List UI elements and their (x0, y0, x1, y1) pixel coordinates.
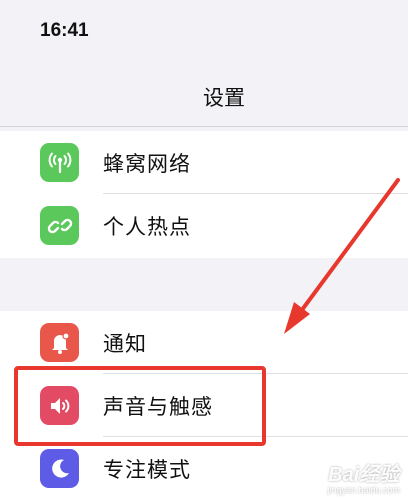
watermark-logo: Bai经验 (328, 464, 400, 486)
watermark-url: jingyan.baidu.com (327, 485, 400, 495)
annotation-arrow (284, 178, 400, 334)
baidu-watermark: Bai经验 jingyan.baidu.com (327, 458, 400, 495)
